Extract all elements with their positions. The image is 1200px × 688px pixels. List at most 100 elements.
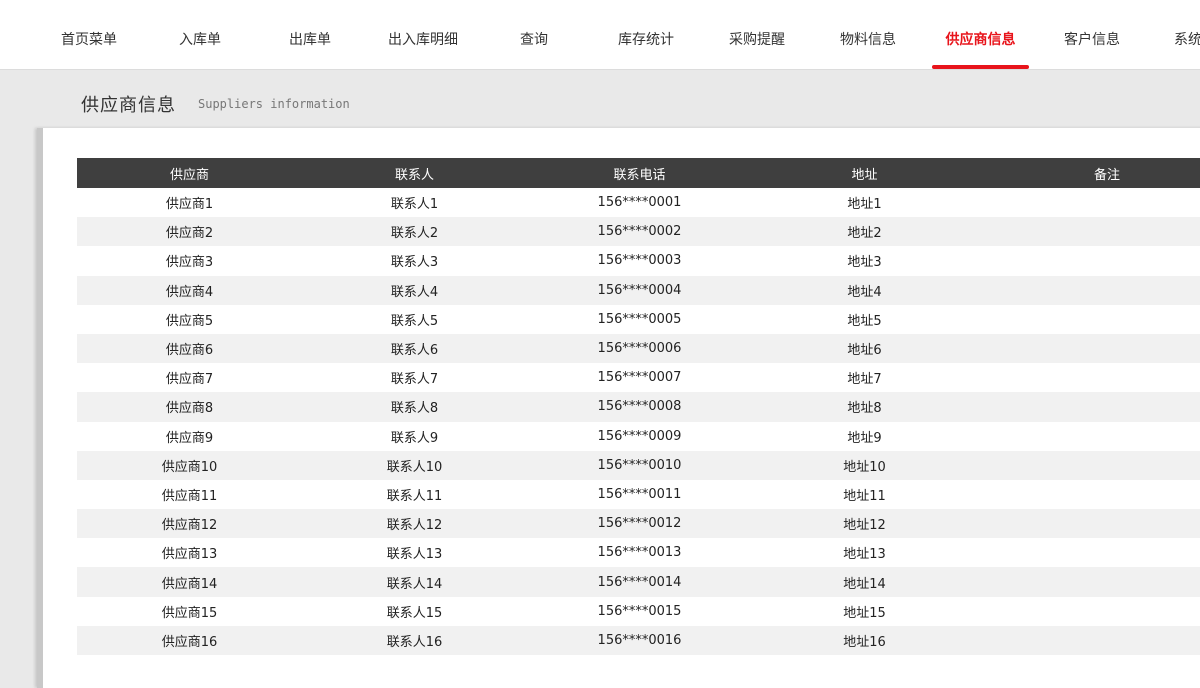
cell-address: 地址8 xyxy=(752,392,977,422)
column-header-phone[interactable]: 联系电话 xyxy=(527,158,752,188)
cell-contact: 联系人7 xyxy=(302,363,527,393)
table-row[interactable]: 供应商11 联系人11 156****0011 地址11 xyxy=(77,479,1200,510)
table-row[interactable]: 供应商16 联系人16 156****0016 地址16 xyxy=(77,625,1200,655)
cell-notes xyxy=(977,479,1200,510)
table-row[interactable]: 供应商15 联系人15 156****0015 地址15 xyxy=(77,596,1200,626)
cell-contact: 联系人1 xyxy=(302,188,527,218)
cell-notes xyxy=(977,188,1200,218)
cell-contact: 联系人9 xyxy=(302,421,527,451)
cell-phone: 156****0016 xyxy=(527,625,752,655)
cell-phone: 156****0003 xyxy=(527,246,752,276)
cell-address: 地址15 xyxy=(752,596,977,626)
cell-supplier: 供应商2 xyxy=(77,217,302,247)
cell-supplier: 供应商4 xyxy=(77,275,302,305)
cell-phone: 156****0015 xyxy=(527,596,752,626)
cell-notes xyxy=(977,363,1200,393)
cell-notes xyxy=(977,538,1200,568)
cell-notes xyxy=(977,450,1200,480)
cell-notes xyxy=(977,304,1200,334)
page-title: 供应商信息 xyxy=(81,95,176,116)
cell-supplier: 供应商14 xyxy=(77,567,302,597)
cell-phone: 156****0012 xyxy=(527,509,752,539)
cell-notes xyxy=(977,421,1200,451)
cell-contact: 联系人12 xyxy=(302,509,527,539)
nav-item-outbound-order[interactable]: 出库单 xyxy=(266,0,354,69)
active-tab-indicator xyxy=(932,65,1029,69)
cell-contact: 联系人13 xyxy=(302,538,527,568)
nav-item-inout-detail[interactable]: 出入库明细 xyxy=(373,0,473,69)
cell-address: 地址11 xyxy=(752,479,977,510)
table-row[interactable]: 供应商5 联系人5 156****0005 地址5 xyxy=(77,304,1200,334)
cell-contact: 联系人10 xyxy=(302,450,527,480)
suppliers-table: 供应商 联系人 联系电话 地址 备注 供应商1 联系人1 156****0001 地址… xyxy=(77,158,1200,655)
column-header-contact[interactable]: 联系人 xyxy=(302,158,527,188)
cell-phone: 156****0011 xyxy=(527,479,752,510)
column-header-address[interactable]: 地址 xyxy=(752,158,977,188)
table-row[interactable]: 供应商3 联系人3 156****0003 地址3 xyxy=(77,246,1200,276)
cell-notes xyxy=(977,392,1200,422)
cell-notes xyxy=(977,275,1200,305)
nav-item-stock-stats[interactable]: 库存统计 xyxy=(602,0,690,69)
cell-address: 地址6 xyxy=(752,333,977,364)
cell-contact: 联系人4 xyxy=(302,275,527,305)
cell-notes xyxy=(977,509,1200,539)
nav-item-customer-info[interactable]: 客户信息 xyxy=(1048,0,1136,69)
nav-item-purchase-reminder[interactable]: 采购提醒 xyxy=(713,0,801,69)
cell-phone: 156****0008 xyxy=(527,392,752,422)
cell-address: 地址14 xyxy=(752,567,977,597)
cell-supplier: 供应商3 xyxy=(77,246,302,276)
cell-phone: 156****0002 xyxy=(527,217,752,247)
table-row[interactable]: 供应商1 联系人1 156****0001 地址1 xyxy=(77,188,1200,218)
nav-item-material-info[interactable]: 物料信息 xyxy=(824,0,912,69)
table-row[interactable]: 供应商8 联系人8 156****0008 地址8 xyxy=(77,392,1200,422)
cell-address: 地址3 xyxy=(752,246,977,276)
table-header-row: 供应商 联系人 联系电话 地址 备注 xyxy=(77,158,1200,188)
page-header: 供应商信息 Suppliers information xyxy=(0,70,1200,128)
cell-supplier: 供应商7 xyxy=(77,363,302,393)
column-header-supplier[interactable]: 供应商 xyxy=(77,158,302,188)
cell-supplier: 供应商1 xyxy=(77,188,302,218)
cell-address: 地址4 xyxy=(752,275,977,305)
cell-phone: 156****0009 xyxy=(527,421,752,451)
cell-supplier: 供应商10 xyxy=(77,450,302,480)
cell-contact: 联系人15 xyxy=(302,596,527,626)
column-header-notes[interactable]: 备注 xyxy=(977,158,1200,188)
cell-contact: 联系人2 xyxy=(302,217,527,247)
cell-address: 地址7 xyxy=(752,363,977,393)
table-row[interactable]: 供应商7 联系人7 156****0007 地址7 xyxy=(77,363,1200,393)
cell-phone: 156****0013 xyxy=(527,538,752,568)
table-row[interactable]: 供应商2 联系人2 156****0002 地址2 xyxy=(77,217,1200,247)
cell-supplier: 供应商12 xyxy=(77,509,302,539)
cell-notes xyxy=(977,333,1200,364)
cell-phone: 156****0014 xyxy=(527,567,752,597)
table-row[interactable]: 供应商6 联系人6 156****0006 地址6 xyxy=(77,333,1200,364)
cell-contact: 联系人6 xyxy=(302,333,527,364)
nav-item-supplier-info[interactable]: 供应商信息 xyxy=(932,0,1029,69)
cell-supplier: 供应商15 xyxy=(77,596,302,626)
cell-notes xyxy=(977,217,1200,247)
cell-phone: 156****0004 xyxy=(527,275,752,305)
cell-supplier: 供应商16 xyxy=(77,625,302,655)
cell-address: 地址10 xyxy=(752,450,977,480)
table-row[interactable]: 供应商4 联系人4 156****0004 地址4 xyxy=(77,275,1200,305)
nav-item-query[interactable]: 查询 xyxy=(490,0,578,69)
top-nav: 首页菜单 入库单 出库单 出入库明细 查询 库存统计 采购提醒 物料信息 供应商… xyxy=(0,0,1200,70)
cell-address: 地址1 xyxy=(752,188,977,218)
cell-phone: 156****0001 xyxy=(527,188,752,218)
cell-notes xyxy=(977,596,1200,626)
nav-item-home-menu[interactable]: 首页菜单 xyxy=(45,0,133,69)
table-row[interactable]: 供应商9 联系人9 156****0009 地址9 xyxy=(77,421,1200,451)
table-row[interactable]: 供应商12 联系人12 156****0012 地址12 xyxy=(77,509,1200,539)
cell-supplier: 供应商9 xyxy=(77,421,302,451)
cell-phone: 156****0010 xyxy=(527,450,752,480)
nav-item-system[interactable]: 系统 xyxy=(1174,0,1200,69)
table-row[interactable]: 供应商14 联系人14 156****0014 地址14 xyxy=(77,567,1200,597)
nav-item-inbound-order[interactable]: 入库单 xyxy=(156,0,244,69)
table-row[interactable]: 供应商13 联系人13 156****0013 地址13 xyxy=(77,538,1200,568)
table-row[interactable]: 供应商10 联系人10 156****0010 地址10 xyxy=(77,450,1200,480)
cell-contact: 联系人5 xyxy=(302,304,527,334)
cell-phone: 156****0007 xyxy=(527,363,752,393)
cell-supplier: 供应商11 xyxy=(77,479,302,510)
cell-address: 地址13 xyxy=(752,538,977,568)
cell-contact: 联系人11 xyxy=(302,479,527,510)
